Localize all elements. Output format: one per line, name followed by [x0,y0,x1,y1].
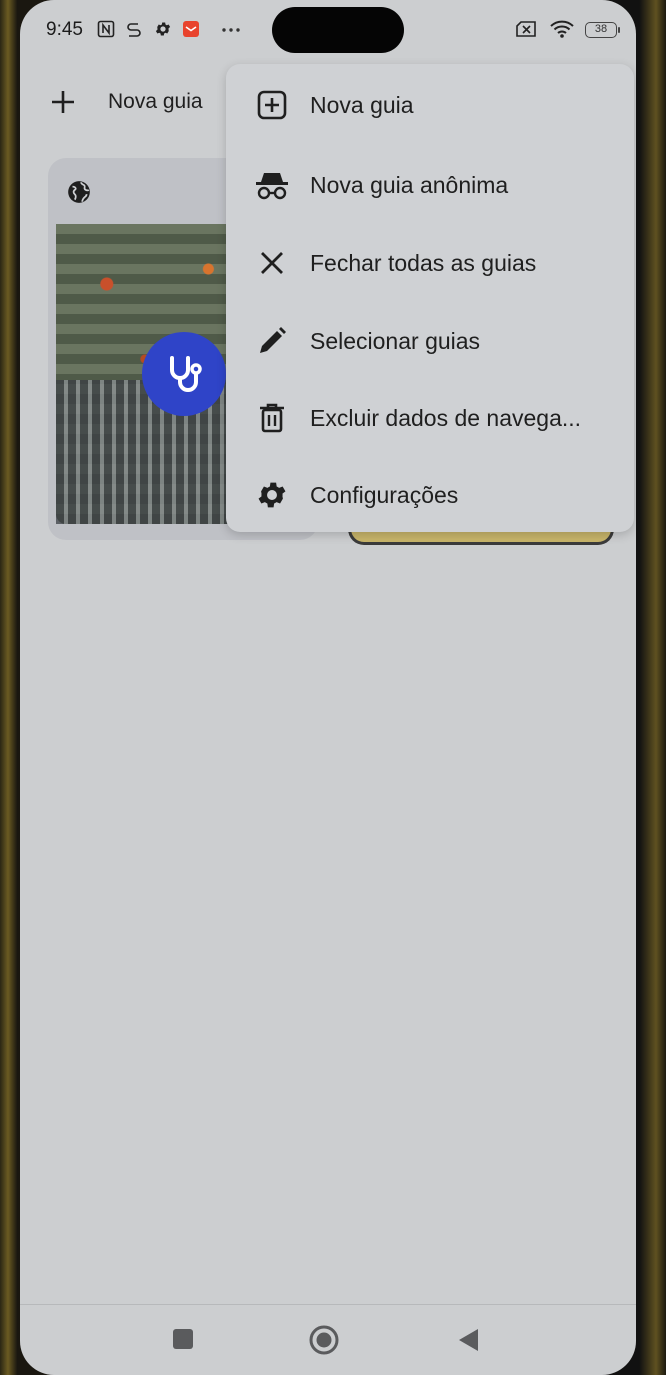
more-dots-icon [222,28,240,32]
plus-icon [52,91,74,113]
phone-frame: 9:45 38 Nova guia Nova guia Nova guia an… [0,0,666,1375]
circle-home-icon [309,1325,339,1355]
sync-icon [127,23,141,37]
stethoscope-icon [170,356,202,392]
nav-divider [20,1304,636,1305]
menu-item-new-incognito-tab[interactable]: Nova guia anônima [226,150,634,220]
globe-icon [68,181,90,203]
gear-icon [155,22,171,36]
menu-item-select-tabs[interactable]: Selecionar guias [226,306,634,376]
menu-label: Nova guia anônima [310,171,509,198]
back-button[interactable] [452,1324,484,1356]
recents-button[interactable] [166,1322,200,1356]
menu-item-new-tab[interactable]: Nova guia [226,70,634,140]
menu-label: Configurações [310,481,459,508]
status-time: 9:45 [46,19,83,40]
screen: 9:45 38 Nova guia Nova guia Nova guia an… [20,0,636,1375]
gear-icon [254,477,290,513]
back-triangle-icon [459,1329,478,1351]
menu-label: Excluir dados de navega... [310,404,582,431]
battery-icon: 38 [585,22,617,38]
menu-label: Nova guia [310,91,414,118]
nfc-icon [97,20,115,38]
square-icon [173,1329,193,1349]
camera-cutout [272,7,404,53]
wifi-icon [550,20,574,38]
overflow-menu: Nova guia Nova guia anônima Fechar todas… [226,64,634,532]
menu-label: Fechar todas as guias [310,249,537,276]
menu-item-clear-browsing-data[interactable]: Excluir dados de navega... [226,383,634,453]
close-icon [254,245,290,281]
menu-item-close-all-tabs[interactable]: Fechar todas as guias [226,228,634,298]
menu-item-settings[interactable]: Configurações [226,460,634,530]
pencil-icon [254,323,290,359]
trash-icon [254,400,290,436]
menu-label: Selecionar guias [310,327,481,354]
mail-app-icon [183,21,199,37]
stethoscope-badge[interactable] [142,332,226,416]
battery-tip [618,27,620,33]
new-tab-button[interactable]: Nova guia [50,82,203,122]
home-button[interactable] [306,1322,342,1358]
add-box-icon [254,87,290,123]
incognito-icon [254,167,290,203]
status-bar: 9:45 38 [20,0,636,60]
sim-off-icon [516,21,536,37]
new-tab-label: Nova guia [108,90,203,113]
